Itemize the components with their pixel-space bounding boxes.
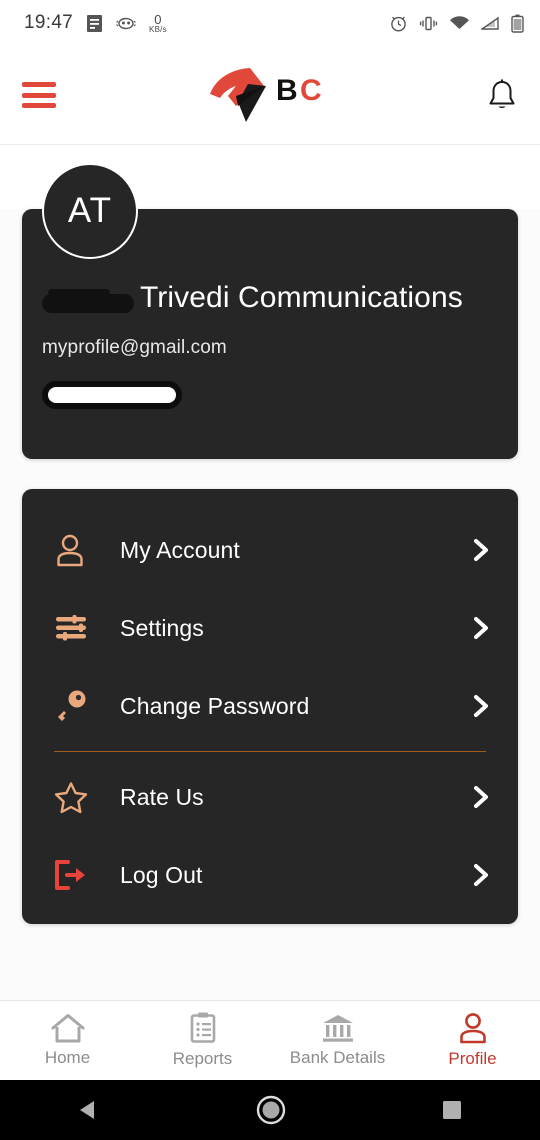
chevron-right-icon — [474, 695, 488, 717]
battery-icon — [511, 14, 524, 33]
status-time: 19:47 — [24, 12, 74, 33]
app-logo: B C — [210, 68, 322, 122]
key-icon — [54, 690, 96, 722]
menu-item-log-out[interactable]: Log Out — [22, 836, 518, 914]
profile-email: myprofile@gmail.com — [42, 337, 227, 358]
star-icon — [54, 781, 96, 814]
document-icon — [87, 14, 103, 32]
chevron-right-icon — [474, 617, 488, 639]
network-speed: 0 KB/s — [149, 13, 167, 34]
menu-item-label: My Account — [120, 536, 240, 563]
menu-item-label: Log Out — [120, 861, 203, 888]
profile-menu-card: My Account Settings Change Password Rate… — [22, 489, 518, 924]
vibrate-icon — [419, 16, 438, 30]
nav-item-home[interactable]: Home — [0, 1001, 135, 1080]
nav-label: Home — [44, 1048, 91, 1067]
chevron-right-icon — [474, 539, 488, 561]
menu-item-settings[interactable]: Settings — [22, 589, 518, 667]
menu-item-label: Settings — [120, 614, 204, 641]
app-screen: 19:47 0 KB/s B C AT Trivedi Communicatio… — [0, 0, 540, 1140]
profile-name-row: Trivedi Communications — [42, 281, 498, 315]
menu-divider — [54, 751, 486, 752]
logout-icon — [54, 860, 96, 890]
hamburger-bar-1 — [22, 82, 56, 87]
page-content: AT Trivedi Communications myprofile@gmai… — [0, 163, 540, 1069]
bell-icon[interactable] — [486, 78, 518, 112]
nav-label: Reports — [172, 1049, 233, 1068]
wifi-icon — [450, 16, 469, 29]
menu-item-rate-us[interactable]: Rate Us — [22, 758, 518, 836]
network-speed-unit: KB/s — [149, 24, 167, 34]
chevron-right-icon — [474, 786, 488, 808]
menu-item-label: Rate Us — [120, 783, 204, 810]
menu-item-my-account[interactable]: My Account — [22, 511, 518, 589]
bottom-navigation: Home Reports Bank Details Profile — [0, 1000, 540, 1080]
mask-icon — [116, 17, 136, 29]
nav-label: Bank Details — [289, 1048, 386, 1067]
person-icon — [54, 533, 96, 567]
svg-text:C: C — [300, 74, 322, 107]
nav-item-reports[interactable]: Reports — [135, 1001, 270, 1080]
chevron-right-icon — [474, 864, 488, 886]
profile-card: AT Trivedi Communications myprofile@gmai… — [22, 163, 518, 459]
nav-item-bank-details[interactable]: Bank Details — [270, 1001, 405, 1080]
app-header: B C — [0, 46, 540, 145]
status-bar-left: 19:47 0 KB/s — [24, 12, 167, 34]
menu-item-label: Change Password — [120, 692, 310, 719]
home-icon — [51, 1014, 84, 1043]
bank-icon — [322, 1015, 353, 1042]
sliders-icon — [54, 614, 96, 642]
alarm-icon — [391, 16, 406, 31]
status-bar-right — [389, 14, 524, 33]
company-name: Trivedi Communications — [140, 281, 463, 314]
hamburger-bar-3 — [22, 103, 56, 108]
person-icon — [459, 1013, 486, 1044]
back-triangle-icon[interactable] — [76, 1097, 102, 1123]
avatar-initials: AT — [67, 191, 113, 230]
status-bar: 19:47 0 KB/s — [0, 0, 540, 46]
avatar[interactable]: AT — [42, 163, 138, 259]
menu-item-change-password[interactable]: Change Password — [22, 667, 518, 745]
redacted-name — [42, 288, 134, 313]
hamburger-menu-icon[interactable] — [22, 82, 56, 108]
redacted-phone — [42, 381, 182, 409]
nav-label: Profile — [448, 1049, 497, 1068]
signal-icon — [481, 16, 499, 30]
home-circle-icon[interactable] — [255, 1094, 287, 1126]
recents-square-icon[interactable] — [440, 1098, 464, 1122]
hamburger-bar-2 — [22, 92, 56, 98]
android-navigation-bar — [0, 1080, 540, 1140]
svg-text:B: B — [276, 74, 298, 107]
clipboard-icon — [190, 1012, 215, 1043]
network-speed-value: 0 — [154, 11, 162, 27]
nav-item-profile[interactable]: Profile — [405, 1001, 540, 1080]
